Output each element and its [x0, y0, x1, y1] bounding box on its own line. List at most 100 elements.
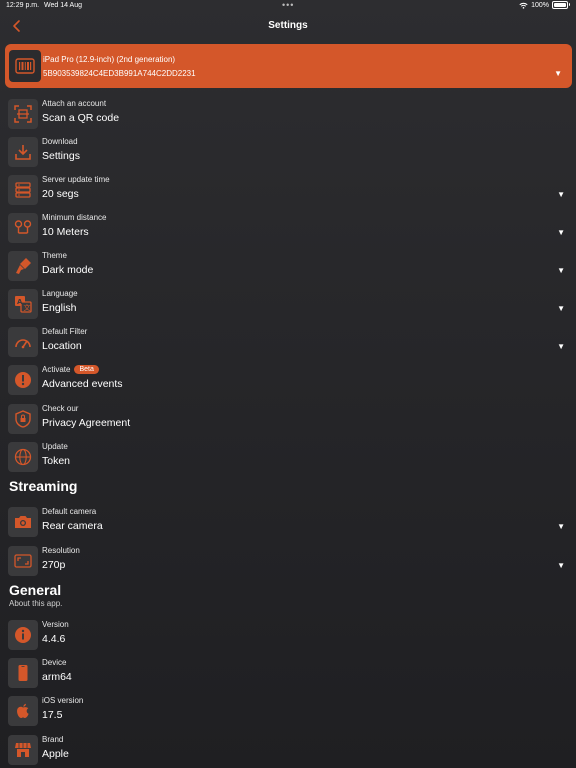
icon-box	[8, 365, 38, 395]
info-device: Device arm64	[8, 656, 568, 690]
setting-label: Brand	[42, 735, 64, 744]
info-brand: Brand Apple	[8, 733, 568, 767]
setting-label: Default Filter	[42, 327, 88, 336]
setting-value: 10 Meters	[42, 226, 89, 238]
setting-value: English	[42, 302, 77, 314]
icon-box	[8, 658, 38, 688]
caret-down-icon: ▼	[557, 561, 565, 570]
page-title: Settings	[268, 20, 308, 31]
status-time: 12:29 p.m.	[6, 2, 40, 9]
caret-down-icon: ▼	[557, 304, 565, 313]
setting-label: Activate Beta	[42, 365, 99, 374]
setting-value: Apple	[42, 748, 69, 760]
info-version: Version 4.4.6	[8, 618, 568, 652]
icon-box	[8, 507, 38, 537]
setting-resolution[interactable]: Resolution 270p ▼	[8, 544, 568, 578]
wifi-icon	[519, 2, 528, 9]
device-serial: 5B903539824C4ED3B991A744C2DD2231	[43, 69, 196, 78]
caret-down-icon: ▼	[557, 342, 565, 351]
setting-value: 20 segs	[42, 188, 79, 200]
section-title-general: General	[9, 582, 62, 598]
globe-icon	[14, 448, 32, 466]
device-icon-box	[9, 50, 41, 82]
device-name: iPad Pro (12.9-inch) (2nd generation)	[43, 55, 176, 64]
caret-down-icon: ▼	[554, 69, 562, 78]
icon-box: A文	[8, 289, 38, 319]
svg-text:A: A	[17, 298, 23, 306]
setting-theme[interactable]: Theme Dark mode ▼	[8, 249, 568, 283]
translate-icon: A文	[15, 296, 32, 313]
navigation-bar: Settings	[0, 14, 576, 38]
barcode-icon	[15, 58, 35, 74]
section-subtitle-general: About this app.	[9, 599, 63, 608]
setting-download[interactable]: Download Settings	[8, 135, 568, 169]
setting-value: Token	[42, 455, 71, 467]
setting-minimum-distance[interactable]: Minimum distance 10 Meters ▼	[8, 211, 568, 245]
setting-value: Settings	[42, 150, 80, 162]
battery-icon	[552, 1, 570, 9]
setting-value: arm64	[42, 671, 72, 683]
setting-label: Check our	[42, 404, 79, 413]
route-icon	[14, 220, 32, 234]
setting-value: 17.5	[42, 709, 63, 721]
setting-label-text: Activate	[42, 365, 71, 374]
setting-label: Version	[42, 620, 69, 629]
icon-box	[8, 620, 38, 650]
qr-scan-icon	[14, 105, 32, 123]
setting-label: iOS version	[42, 696, 84, 705]
icon-box	[8, 99, 38, 129]
multitasking-dots[interactable]: •••	[282, 0, 294, 10]
status-bar: 12:29 p.m. Wed 14 Aug ••• 100%	[0, 0, 576, 14]
svg-text:文: 文	[24, 303, 31, 312]
icon-box	[8, 327, 38, 357]
setting-value: Privacy Agreement	[42, 417, 131, 429]
setting-label: Update	[42, 442, 68, 451]
icon-box	[8, 213, 38, 243]
phone-icon	[18, 665, 28, 681]
server-icon	[15, 182, 31, 198]
setting-default-camera[interactable]: Default camera Rear camera ▼	[8, 505, 568, 539]
setting-label: Language	[42, 289, 78, 298]
icon-box	[8, 735, 38, 765]
caret-down-icon: ▼	[557, 522, 565, 531]
setting-advanced-events[interactable]: Activate Beta Advanced events	[8, 363, 568, 397]
setting-label: Resolution	[42, 546, 80, 555]
setting-server-update-time[interactable]: Server update time 20 segs ▼	[8, 173, 568, 207]
info-ios-version: iOS version 17.5	[8, 694, 568, 728]
setting-value: 4.4.6	[42, 633, 66, 645]
caret-down-icon: ▼	[557, 228, 565, 237]
setting-value: Scan a QR code	[42, 112, 120, 124]
setting-label: Device	[42, 658, 67, 667]
setting-label: Server update time	[42, 175, 110, 184]
icon-box	[8, 442, 38, 472]
setting-language[interactable]: A文 Language English ▼	[8, 287, 568, 321]
setting-value: Location	[42, 340, 82, 352]
info-icon	[15, 627, 31, 643]
setting-value: 270p	[42, 559, 66, 571]
setting-attach-account[interactable]: Attach an account Scan a QR code	[8, 97, 568, 131]
camera-icon	[15, 516, 31, 528]
gauge-icon	[15, 339, 31, 349]
battery-percent: 100%	[531, 1, 549, 9]
icon-box	[8, 404, 38, 434]
status-date: Wed 14 Aug	[44, 2, 83, 9]
store-icon	[15, 743, 31, 757]
setting-value: Rear camera	[42, 520, 103, 532]
setting-label: Attach an account	[42, 99, 107, 108]
icon-box	[8, 696, 38, 726]
shield-lock-icon	[15, 410, 31, 428]
setting-privacy-agreement[interactable]: Check our Privacy Agreement	[8, 402, 568, 436]
download-icon	[15, 145, 31, 160]
setting-default-filter[interactable]: Default Filter Location ▼	[8, 325, 568, 359]
device-selector[interactable]: iPad Pro (12.9-inch) (2nd generation) 5B…	[5, 44, 572, 88]
resize-icon	[14, 554, 32, 568]
alert-icon	[15, 372, 31, 388]
setting-value: Advanced events	[42, 378, 123, 390]
setting-update-token[interactable]: Update Token	[8, 440, 568, 474]
beta-badge: Beta	[74, 365, 99, 374]
setting-label: Default camera	[42, 507, 97, 516]
section-title-streaming: Streaming	[9, 478, 78, 494]
icon-box	[8, 251, 38, 281]
icon-box	[8, 137, 38, 167]
icon-box	[8, 546, 38, 576]
